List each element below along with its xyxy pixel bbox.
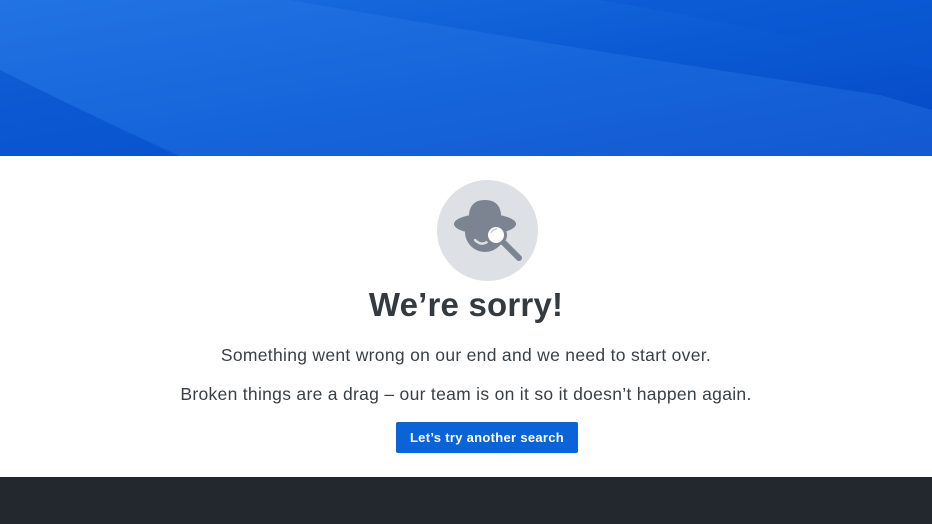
try-another-search-button[interactable]: Let’s try another search (396, 422, 578, 453)
detective-magnifier-icon (437, 180, 538, 281)
hero-banner (0, 0, 932, 156)
error-panel: We’re sorry! Something went wrong on our… (0, 156, 932, 477)
page-title: We’re sorry! (368, 286, 564, 323)
error-message-primary: Something went wrong on our end and we n… (220, 345, 712, 365)
page-footer (0, 477, 932, 524)
hero-background (0, 0, 932, 156)
error-message-secondary: Broken things are a drag – our team is o… (180, 384, 752, 404)
